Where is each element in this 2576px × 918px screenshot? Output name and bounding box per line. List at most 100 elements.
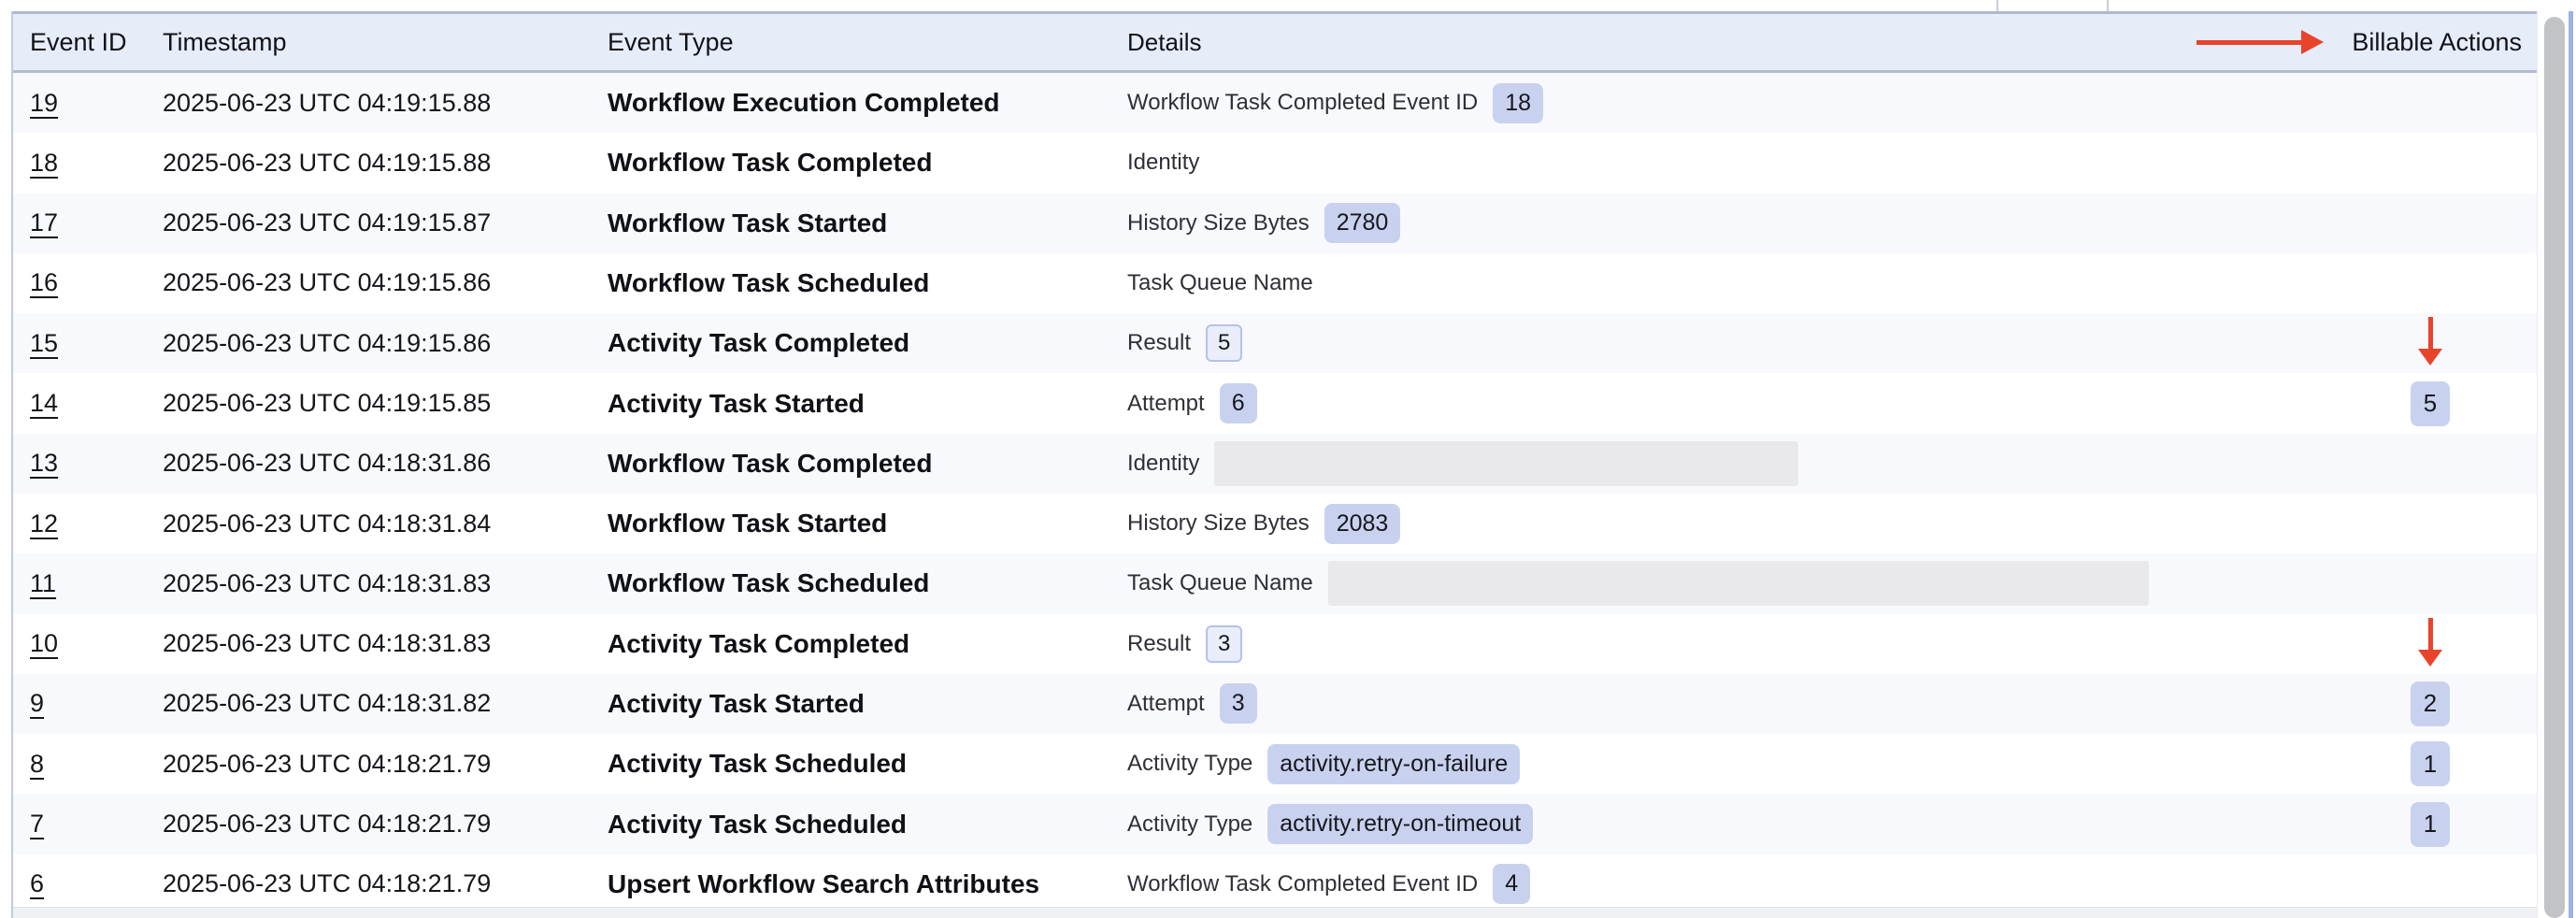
detail-value-chip: 4 xyxy=(1493,864,1530,904)
event-type: Workflow Task Started xyxy=(608,494,887,553)
table-row[interactable]: 16 2025-06-23 UTC 04:19:15.86 Workflow T… xyxy=(13,253,2537,313)
event-timestamp: 2025-06-23 UTC 04:18:21.79 xyxy=(163,734,491,794)
event-id-link[interactable]: 14 xyxy=(30,389,58,418)
detail-label: Identity xyxy=(1127,451,1199,477)
top-strip xyxy=(0,0,2576,11)
event-details: Identity xyxy=(1127,434,1798,494)
billable-actions-cell: 2 xyxy=(2383,674,2477,734)
billable-actions-cell xyxy=(2383,434,2477,494)
table-row[interactable]: 18 2025-06-23 UTC 04:19:15.88 Workflow T… xyxy=(13,133,2537,193)
event-id-link[interactable]: 13 xyxy=(30,449,58,478)
event-details: Workflow Task Completed Event ID 4 xyxy=(1127,854,1530,914)
event-id-link[interactable]: 10 xyxy=(30,629,58,658)
event-id-link[interactable]: 8 xyxy=(30,750,44,779)
billable-actions-cell xyxy=(2383,553,2477,613)
billable-actions-cell xyxy=(2383,313,2477,373)
event-details: History Size Bytes 2083 xyxy=(1127,494,1400,553)
event-timestamp: 2025-06-23 UTC 04:19:15.86 xyxy=(163,253,491,313)
event-timestamp: 2025-06-23 UTC 04:18:31.84 xyxy=(163,494,491,553)
table-row[interactable]: 17 2025-06-23 UTC 04:19:15.87 Workflow T… xyxy=(13,194,2537,253)
event-id-link[interactable]: 17 xyxy=(30,208,58,237)
redacted-value-block xyxy=(1328,561,2149,606)
event-timestamp: 2025-06-23 UTC 04:19:15.85 xyxy=(163,373,491,433)
table-row[interactable]: 10 2025-06-23 UTC 04:18:31.83 Activity T… xyxy=(13,614,2537,674)
table-row[interactable]: 19 2025-06-23 UTC 04:19:15.88 Workflow E… xyxy=(13,73,2537,133)
table-row[interactable]: 8 2025-06-23 UTC 04:18:21.79 Activity Ta… xyxy=(13,734,2537,794)
event-details: Attempt 6 xyxy=(1127,373,1257,433)
top-strip-divider xyxy=(1996,0,1998,11)
table-row[interactable]: 15 2025-06-23 UTC 04:19:15.86 Activity T… xyxy=(13,313,2537,373)
event-id-link[interactable]: 7 xyxy=(30,810,44,839)
event-timestamp: 2025-06-23 UTC 04:19:15.87 xyxy=(163,194,491,253)
event-id-link[interactable]: 19 xyxy=(30,89,58,118)
table-header-row: Event ID Timestamp Event Type Details Bi… xyxy=(13,11,2537,73)
event-timestamp: 2025-06-23 UTC 04:19:15.88 xyxy=(163,133,491,193)
detail-label: Activity Type xyxy=(1127,811,1252,838)
event-type: Workflow Execution Completed xyxy=(608,73,1000,133)
detail-value-chip: 3 xyxy=(1206,625,1242,663)
event-id-link[interactable]: 6 xyxy=(30,869,44,898)
table-row[interactable]: 12 2025-06-23 UTC 04:18:31.84 Workflow T… xyxy=(13,494,2537,553)
vertical-scrollbar-thumb[interactable] xyxy=(2544,17,2565,918)
red-arrow-right-icon xyxy=(2197,30,2324,54)
detail-value-chip: 18 xyxy=(1493,83,1543,123)
event-type: Activity Task Completed xyxy=(608,614,909,674)
event-id-link[interactable]: 11 xyxy=(30,569,56,598)
vertical-scrollbar-track[interactable] xyxy=(2537,11,2569,918)
event-type: Activity Task Scheduled xyxy=(608,794,907,853)
event-type: Workflow Task Started xyxy=(608,194,887,253)
billable-actions-cell: 1 xyxy=(2383,734,2477,794)
event-type: Workflow Task Completed xyxy=(608,434,932,494)
detail-label: Result xyxy=(1127,631,1191,657)
event-timestamp: 2025-06-23 UTC 04:19:15.86 xyxy=(163,313,491,373)
column-header-details: Details xyxy=(1127,14,1201,70)
detail-label: Result xyxy=(1127,330,1191,356)
billable-actions-cell: 5 xyxy=(2383,373,2477,433)
event-type: Activity Task Started xyxy=(608,373,865,433)
billable-actions-chip: 1 xyxy=(2411,741,2450,786)
event-details: Identity xyxy=(1127,133,1199,193)
horizontal-scrollbar-gutter[interactable] xyxy=(13,907,2537,918)
detail-label: Workflow Task Completed Event ID xyxy=(1127,90,1478,116)
detail-value-chip: 2780 xyxy=(1324,203,1401,243)
event-id-link[interactable]: 15 xyxy=(30,329,58,358)
billable-actions-cell xyxy=(2383,494,2477,553)
redacted-value-block xyxy=(1214,441,1798,486)
event-details: History Size Bytes 2780 xyxy=(1127,194,1400,253)
table-row[interactable]: 7 2025-06-23 UTC 04:18:21.79 Activity Ta… xyxy=(13,794,2537,853)
detail-value-chip: 6 xyxy=(1220,383,1257,423)
billable-actions-cell xyxy=(2383,854,2477,914)
event-id-link[interactable]: 16 xyxy=(30,268,58,297)
event-timestamp: 2025-06-23 UTC 04:18:31.86 xyxy=(163,434,491,494)
event-id-link[interactable]: 18 xyxy=(30,149,58,178)
event-details: Activity Type activity.retry-on-timeout xyxy=(1127,794,1533,853)
event-id-link[interactable]: 9 xyxy=(30,689,44,718)
event-id-link[interactable]: 12 xyxy=(30,509,58,538)
billable-actions-cell xyxy=(2383,133,2477,193)
event-type: Upsert Workflow Search Attributes xyxy=(608,854,1039,914)
billable-actions-label: Billable Actions xyxy=(2352,28,2522,57)
detail-label: Attempt xyxy=(1127,391,1205,417)
detail-label: History Size Bytes xyxy=(1127,510,1309,537)
detail-value-chip: 2083 xyxy=(1324,504,1401,544)
red-arrow-down-icon xyxy=(2418,618,2442,667)
event-details: Result 3 xyxy=(1127,614,1242,674)
table-row[interactable]: 13 2025-06-23 UTC 04:18:31.86 Workflow T… xyxy=(13,434,2537,494)
billable-actions-cell xyxy=(2383,73,2477,133)
workflow-history-table: Event ID Timestamp Event Type Details Bi… xyxy=(0,0,2576,918)
billable-actions-cell xyxy=(2383,194,2477,253)
event-timestamp: 2025-06-23 UTC 04:18:31.83 xyxy=(163,553,491,613)
table-row[interactable]: 11 2025-06-23 UTC 04:18:31.83 Workflow T… xyxy=(13,553,2537,613)
panel-right-border xyxy=(2569,11,2573,918)
table-row[interactable]: 6 2025-06-23 UTC 04:18:21.79 Upsert Work… xyxy=(13,854,2537,914)
event-type: Workflow Task Completed xyxy=(608,133,932,193)
table-row[interactable]: 9 2025-06-23 UTC 04:18:31.82 Activity Ta… xyxy=(13,674,2537,734)
event-details: Attempt 3 xyxy=(1127,674,1257,734)
event-type: Workflow Task Scheduled xyxy=(608,253,929,313)
table-row[interactable]: 14 2025-06-23 UTC 04:19:15.85 Activity T… xyxy=(13,373,2537,433)
event-timestamp: 2025-06-23 UTC 04:18:31.82 xyxy=(163,674,491,734)
detail-value-chip: activity.retry-on-failure xyxy=(1267,744,1520,784)
event-details: Workflow Task Completed Event ID 18 xyxy=(1127,73,1543,133)
billable-actions-cell: 1 xyxy=(2383,794,2477,853)
column-header-event-id: Event ID xyxy=(30,14,127,70)
